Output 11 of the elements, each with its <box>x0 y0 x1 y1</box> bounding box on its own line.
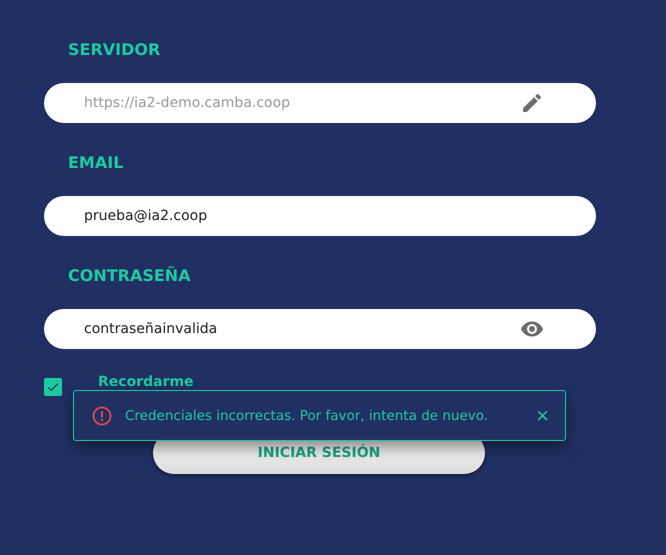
pencil-icon[interactable] <box>520 91 544 115</box>
input-field[interactable]: prueba@ia2.coop <box>44 196 596 236</box>
error-message: Credenciales incorrectas. Por favor, intenta de nuevo. <box>125 408 490 424</box>
input-field[interactable]: contraseñainvalida <box>44 309 596 349</box>
field-label: CONTRASEÑA <box>67 265 192 287</box>
close-button[interactable]: × <box>530 404 555 426</box>
checkbox[interactable] <box>44 378 62 396</box>
error-icon <box>92 406 112 426</box>
field-label: SERVIDOR <box>67 39 162 61</box>
checkbox-label: Recordarme <box>98 374 194 390</box>
field-label: EMAIL <box>67 152 124 174</box>
